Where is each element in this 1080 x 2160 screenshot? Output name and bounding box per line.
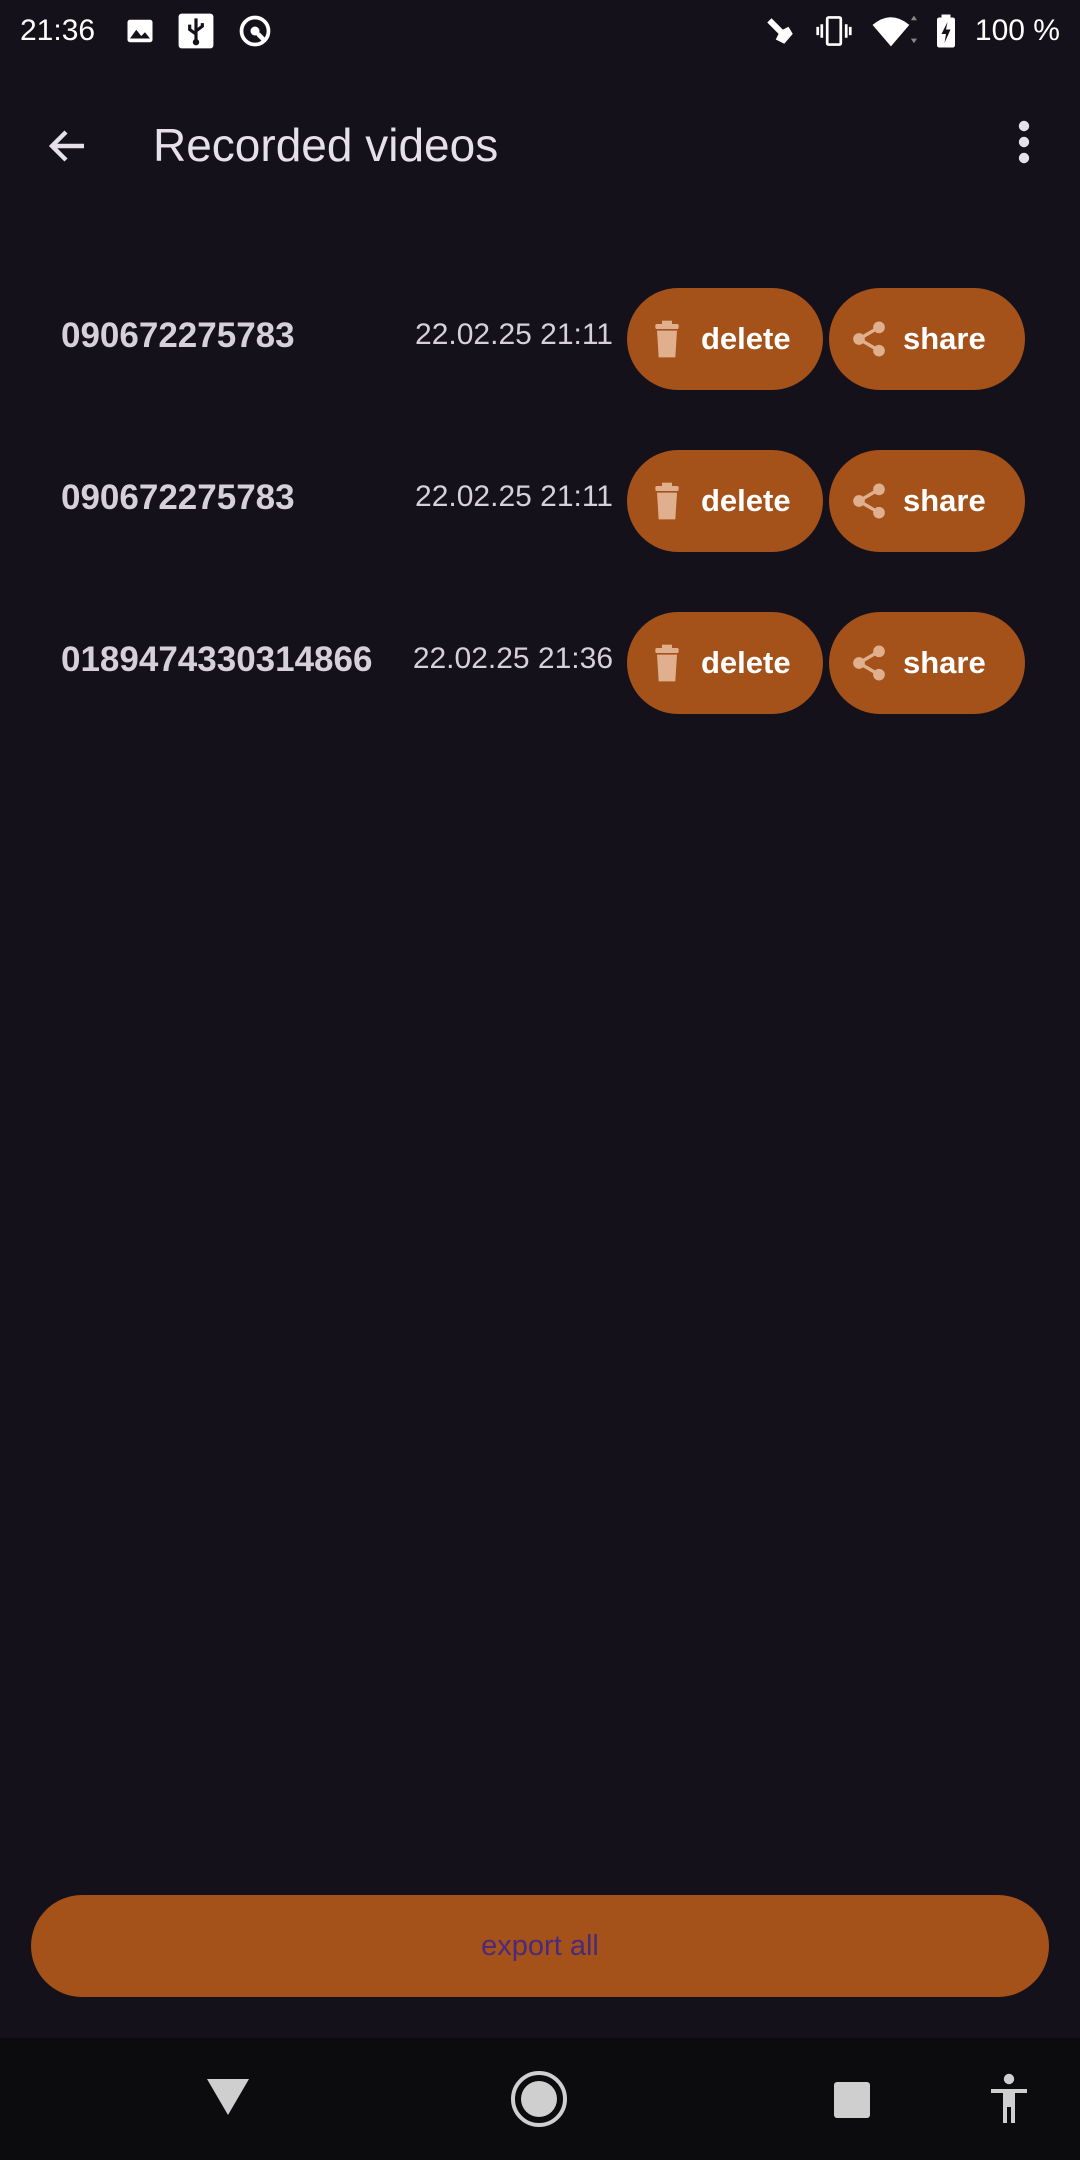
system-nav-bar xyxy=(0,2038,1080,2160)
delete-button[interactable]: delete xyxy=(627,450,823,552)
accessibility-icon xyxy=(991,2073,1027,2123)
back-triangle-icon xyxy=(207,2079,249,2115)
delete-label: delete xyxy=(701,645,791,680)
overflow-menu-button[interactable] xyxy=(1000,112,1048,172)
share-label: share xyxy=(903,321,986,356)
wifi-icon xyxy=(871,14,917,48)
status-time: 21:36 xyxy=(20,14,96,47)
recording-id: 090672275783 xyxy=(61,478,295,517)
battery-charging-icon xyxy=(935,13,957,49)
app-bar: Recorded videos xyxy=(0,62,1080,224)
touch-icon xyxy=(763,14,797,48)
battery-percentage: 100 % xyxy=(974,14,1060,47)
share-label: share xyxy=(903,483,986,518)
share-button[interactable]: share xyxy=(829,450,1025,552)
recordings-list: 090672275783 22.02.25 21:11 delete share… xyxy=(0,288,1080,774)
trash-icon xyxy=(655,482,679,520)
more-vert-icon xyxy=(1018,120,1030,164)
nav-back-button[interactable] xyxy=(198,2072,258,2122)
arrow-back-icon xyxy=(48,130,84,162)
share-icon xyxy=(853,321,885,357)
usb-icon xyxy=(177,12,215,50)
share-label: share xyxy=(903,645,986,680)
share-icon xyxy=(853,483,885,519)
share-button[interactable]: share xyxy=(829,612,1025,714)
delete-button[interactable]: delete xyxy=(627,288,823,390)
recording-id: 0189474330314866 xyxy=(61,640,373,679)
vpn-icon xyxy=(237,13,273,49)
recording-date: 22.02.25 21:11 xyxy=(415,480,613,513)
status-bar: 21:36 100 % xyxy=(0,0,1080,62)
nav-recents-button[interactable] xyxy=(830,2078,874,2122)
delete-button[interactable]: delete xyxy=(627,612,823,714)
list-item: 090672275783 22.02.25 21:11 delete share xyxy=(0,288,1080,450)
recording-date: 22.02.25 21:36 xyxy=(412,642,613,675)
nav-home-button[interactable] xyxy=(508,2068,570,2130)
vibrate-icon xyxy=(815,14,853,48)
share-icon xyxy=(853,645,885,681)
recording-id: 090672275783 xyxy=(61,316,295,355)
share-button[interactable]: share xyxy=(829,288,1025,390)
list-item: 090672275783 22.02.25 21:11 delete share xyxy=(0,450,1080,612)
trash-icon xyxy=(655,644,679,682)
trash-icon xyxy=(655,320,679,358)
delete-label: delete xyxy=(701,321,791,356)
list-item: 0189474330314866 22.02.25 21:36 delete s… xyxy=(0,612,1080,774)
image-icon xyxy=(125,16,155,46)
back-button[interactable] xyxy=(38,116,98,176)
recents-square-icon xyxy=(834,2082,870,2118)
export-all-label: export all xyxy=(481,1929,599,1962)
delete-label: delete xyxy=(701,483,791,518)
nav-accessibility-button[interactable] xyxy=(984,2072,1034,2126)
home-circle-icon xyxy=(511,2071,567,2127)
export-all-button[interactable]: export all xyxy=(31,1895,1049,1997)
page-title: Recorded videos xyxy=(153,119,499,171)
recording-date: 22.02.25 21:11 xyxy=(415,318,613,351)
